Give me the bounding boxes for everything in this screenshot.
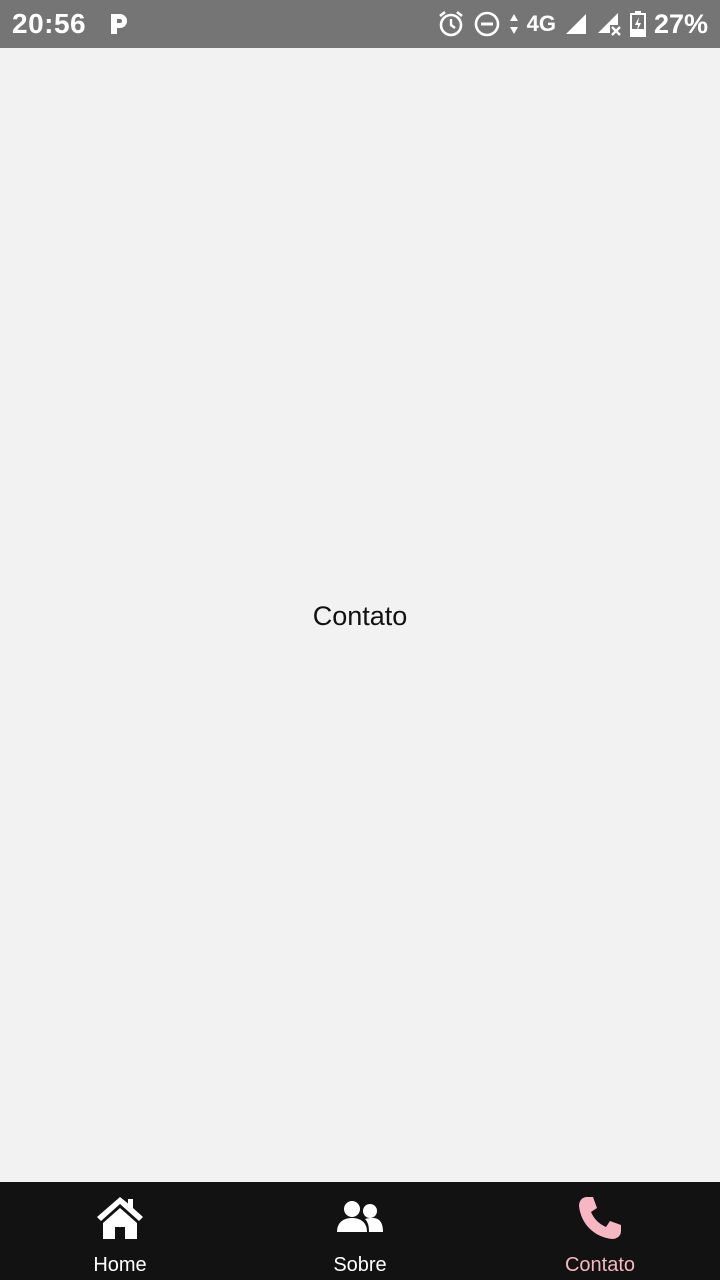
tab-contato-label: Contato: [564, 1254, 636, 1276]
page-title: Contato: [312, 600, 408, 631]
app-screen: 20:56 4G 27% Contato Home Sobre Contato: [0, 0, 720, 1280]
tab-home[interactable]: Home: [0, 1182, 240, 1280]
users-icon: [335, 1194, 385, 1242]
tab-sobre[interactable]: Sobre: [240, 1182, 480, 1280]
status-time: 20:56: [12, 8, 87, 39]
phone-icon: [577, 1194, 623, 1242]
signal-no-data-icon: [596, 11, 622, 37]
data-arrows-icon: [509, 12, 519, 36]
battery-percent: 27%: [653, 8, 708, 39]
tab-home-label: Home: [93, 1254, 147, 1276]
battery-charging-icon: [629, 11, 646, 37]
status-left: 20:56: [12, 8, 130, 40]
main-content: Contato: [0, 48, 720, 1182]
status-bar: 20:56 4G 27%: [0, 0, 720, 48]
do-not-disturb-icon: [473, 10, 501, 38]
network-type: 4G: [526, 11, 556, 36]
home-icon: [95, 1194, 145, 1242]
bottom-tab-bar: Home Sobre Contato: [0, 1182, 720, 1280]
signal-icon: [564, 12, 588, 36]
status-right: 4G 27%: [437, 9, 708, 40]
alarm-icon: [437, 10, 465, 38]
tab-contato[interactable]: Contato: [480, 1182, 720, 1280]
tab-sobre-label: Sobre: [333, 1254, 387, 1276]
parking-icon: [108, 12, 130, 36]
